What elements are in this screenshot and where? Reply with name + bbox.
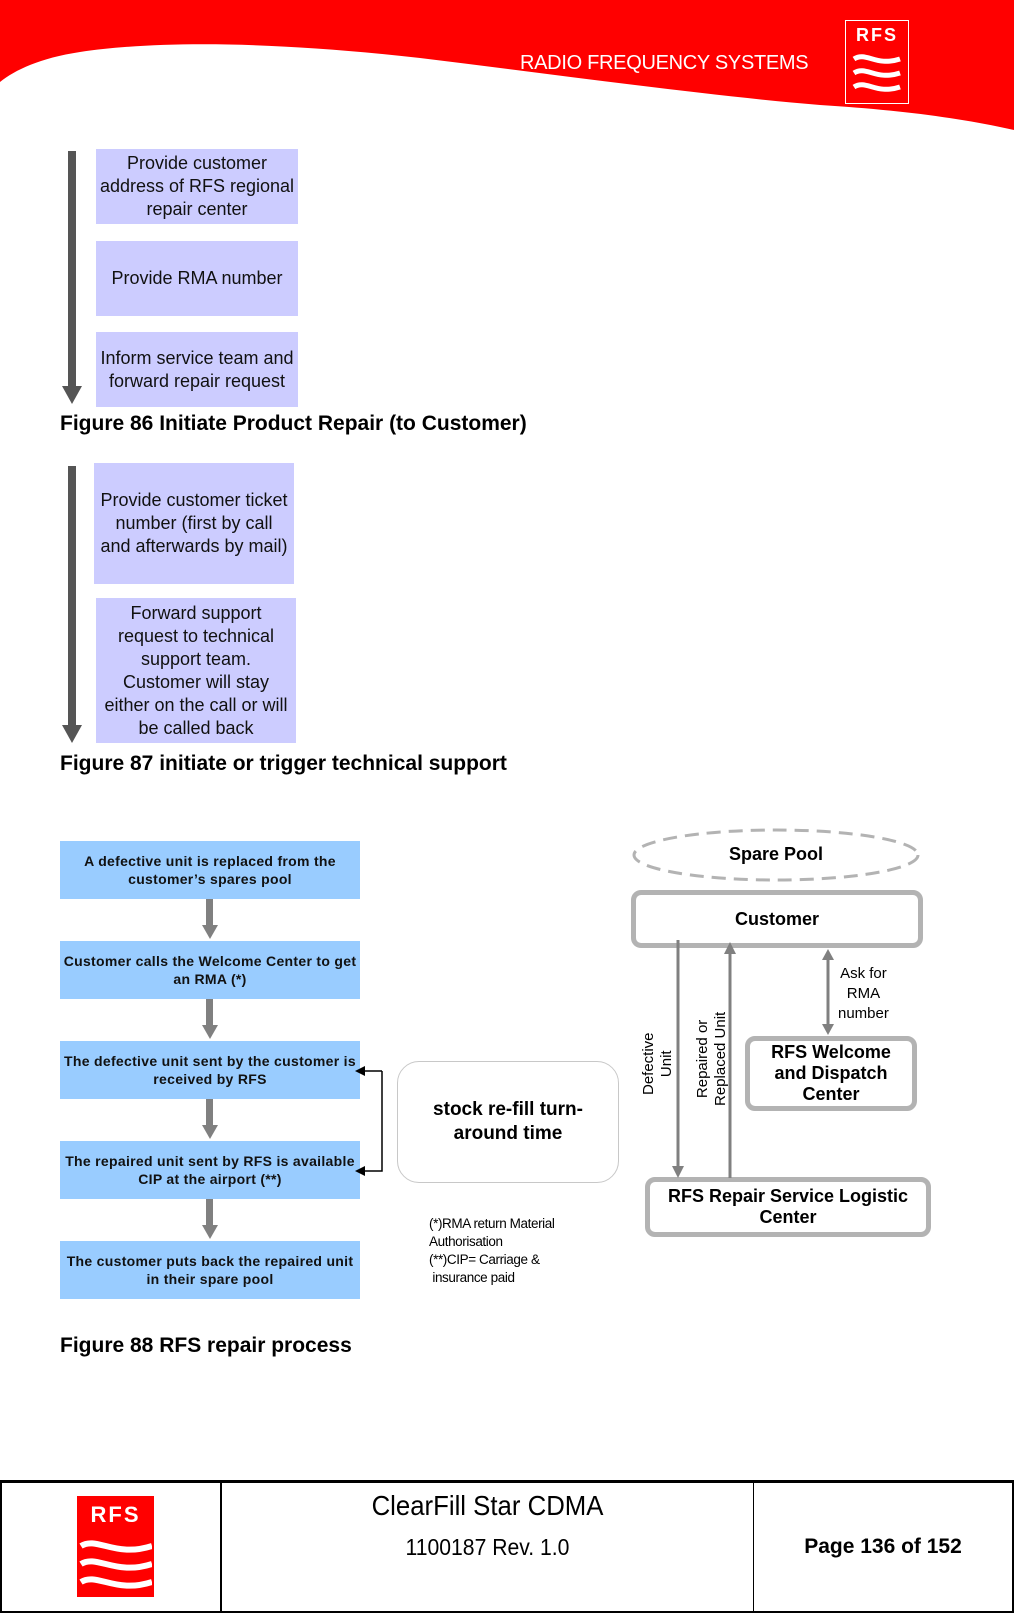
page-number: Page 136 of 152 bbox=[804, 1535, 962, 1558]
figure-86-caption: Figure 86 Initiate Product Repair (to Cu… bbox=[60, 412, 527, 435]
fig87-step-1: Provide customer ticket number (first by… bbox=[94, 463, 294, 584]
footnotes: (*)RMA return Material Authorisation (**… bbox=[429, 1215, 555, 1287]
fig87-step-2: Forward support request to technical sup… bbox=[96, 598, 296, 743]
flow-arrow-line bbox=[206, 1199, 213, 1225]
flow-arrow-line bbox=[68, 466, 76, 728]
footnote-line: Authorisation bbox=[429, 1234, 503, 1249]
turnaround-box: stock re-fill turn-around time bbox=[397, 1061, 619, 1183]
ask-rma-label: Ask for RMA number bbox=[838, 964, 889, 1024]
footer-rfs-logo: RFS bbox=[77, 1496, 154, 1597]
arrow-down-icon bbox=[202, 1025, 218, 1039]
flow-arrow-line bbox=[206, 899, 213, 925]
arrow-down-icon bbox=[62, 386, 82, 404]
arrow-down-icon bbox=[202, 1225, 218, 1239]
fig86-step-3: Inform service team and forward repair r… bbox=[96, 332, 298, 407]
arrow-down-icon bbox=[202, 925, 218, 939]
rfs-logo-text: RFS bbox=[856, 25, 898, 45]
defective-unit-label: Defective Unit bbox=[640, 1032, 676, 1095]
ask-rma-line: number bbox=[838, 1005, 889, 1022]
footer: RFS ClearFill Star CDMA 1100187 Rev. 1.0… bbox=[0, 1480, 1014, 1613]
footer-logo-cell: RFS bbox=[0, 1483, 222, 1611]
fig86-step-2: Provide RMA number bbox=[96, 241, 298, 316]
process-step-3: The defective unit sent by the customer … bbox=[60, 1041, 360, 1099]
footer-title-cell: ClearFill Star CDMA 1100187 Rev. 1.0 bbox=[222, 1483, 754, 1611]
arrow-down-icon bbox=[202, 1125, 218, 1139]
product-name: ClearFill Star CDMA bbox=[371, 1490, 604, 1521]
fig86-step-1: Provide customer address of RFS regional… bbox=[96, 149, 298, 224]
process-step-5: The customer puts back the repaired unit… bbox=[60, 1241, 360, 1299]
footnote-line: insurance paid bbox=[429, 1270, 515, 1285]
turnaround-bracket bbox=[355, 1066, 383, 1176]
waves-icon bbox=[79, 1540, 152, 1589]
process-step-2: Customer calls the Welcome Center to get… bbox=[60, 941, 360, 999]
footer-logo-text: RFS bbox=[90, 1502, 141, 1527]
footnote-line: (*)RMA return Material bbox=[429, 1216, 555, 1231]
arrow-down-icon bbox=[62, 725, 82, 743]
footnote-line: (**)CIP= Carriage & bbox=[429, 1252, 540, 1267]
process-step-4: The repaired unit sent by RFS is availab… bbox=[60, 1141, 360, 1199]
brand-name: RADIO FREQUENCY SYSTEMS bbox=[520, 52, 809, 74]
process-step-1: A defective unit is replaced from the cu… bbox=[60, 841, 360, 899]
spare-pool-label: Spare Pool bbox=[728, 844, 824, 864]
flow-arrow-line bbox=[206, 1099, 213, 1125]
ask-rma-line: Ask for bbox=[840, 965, 887, 982]
document-number: 1100187 Rev. 1.0 bbox=[405, 1534, 570, 1560]
rfs-logo: RFS bbox=[845, 20, 909, 104]
ask-rma-line: RMA bbox=[846, 985, 881, 1002]
waves-icon bbox=[852, 54, 901, 92]
footer-page-cell: Page 136 of 152 bbox=[754, 1483, 1014, 1611]
defective-unit-line: Unit bbox=[658, 1050, 675, 1078]
figure-88-caption: Figure 88 RFS repair process bbox=[60, 1334, 352, 1357]
repair-center-box: RFS Repair Service Logistic Center bbox=[645, 1177, 931, 1237]
flow-arrow-line bbox=[68, 151, 76, 389]
flow-arrow-line bbox=[206, 999, 213, 1025]
repaired-unit-line: Replaced Unit bbox=[712, 1011, 729, 1106]
flow-arrows bbox=[672, 940, 834, 1178]
repaired-unit-line: Repaired or bbox=[694, 1019, 711, 1099]
defective-unit-line: Defective bbox=[640, 1032, 657, 1095]
repaired-unit-label: Repaired or Replaced Unit bbox=[694, 1012, 730, 1106]
figure-87-caption: Figure 87 initiate or trigger technical … bbox=[60, 752, 507, 775]
